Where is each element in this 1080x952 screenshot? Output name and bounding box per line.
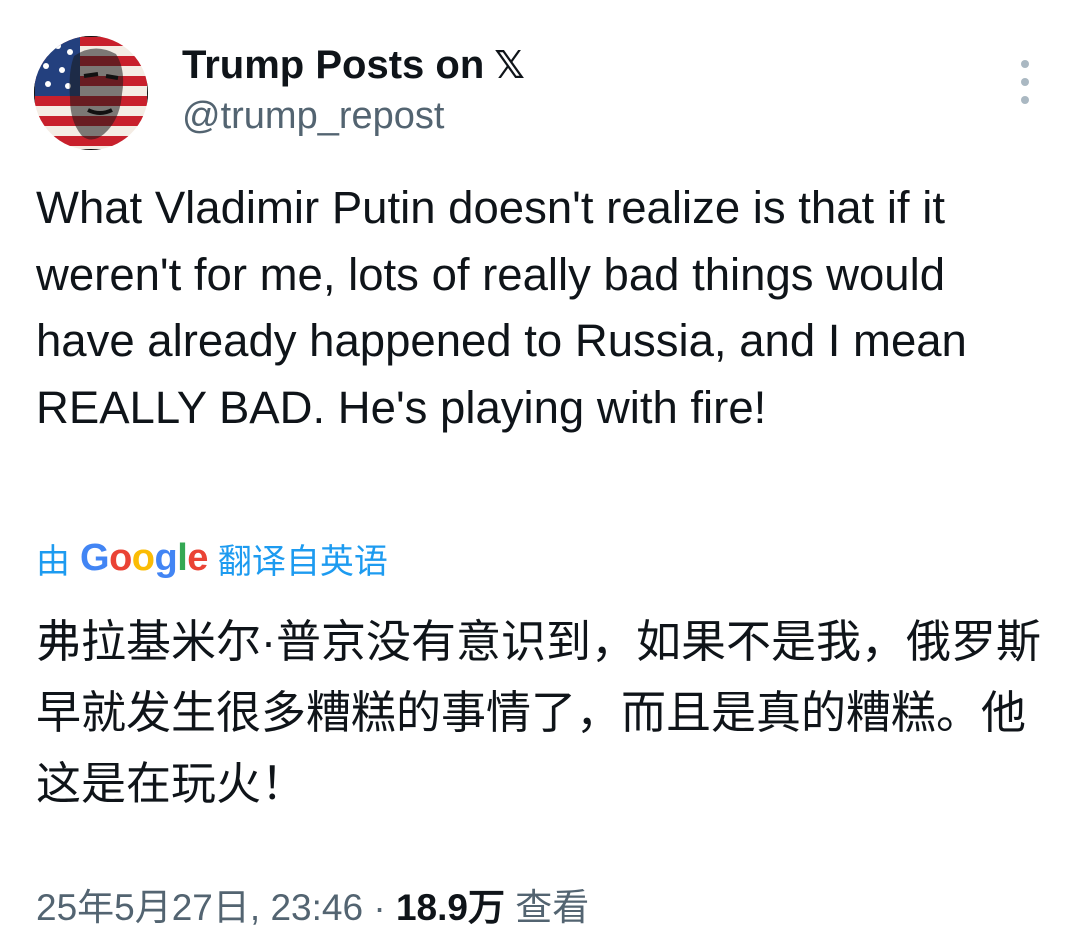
- x-logo-icon: 𝕏: [494, 45, 525, 87]
- tweet-meta: 25年5月27日, 23:46 · 18.9万 查看: [36, 880, 589, 936]
- views-count: 18.9万: [395, 887, 505, 928]
- translated-text: 弗拉基米尔·普京没有意识到，如果不是我，俄罗斯早就发生很多糟糕的事情了，而且是真…: [36, 616, 1041, 809]
- more-dot-icon: [1021, 78, 1029, 86]
- tweet-text: What Vladimir Putin doesn't realize is t…: [36, 182, 967, 433]
- avatar[interactable]: [34, 36, 148, 150]
- display-name[interactable]: Trump Posts on 𝕏: [182, 40, 525, 91]
- timestamp[interactable]: 25年5月27日, 23:46: [36, 887, 363, 928]
- user-handle[interactable]: @trump_repost: [182, 92, 444, 140]
- translated-by-label: 由: [36, 542, 70, 581]
- more-dot-icon: [1021, 96, 1029, 104]
- translated-from-label: 翻译自英语: [217, 542, 388, 581]
- meta-separator: ·: [373, 887, 386, 928]
- display-name-text: Trump Posts on: [182, 43, 485, 87]
- views-label: 查看: [515, 887, 590, 928]
- more-options-button[interactable]: [1010, 60, 1040, 104]
- flag-face-avatar-icon: [34, 36, 148, 150]
- more-dot-icon: [1021, 60, 1029, 68]
- translation-attribution[interactable]: 由 Google 翻译自英语: [36, 530, 388, 586]
- google-logo-icon: Google: [80, 536, 208, 579]
